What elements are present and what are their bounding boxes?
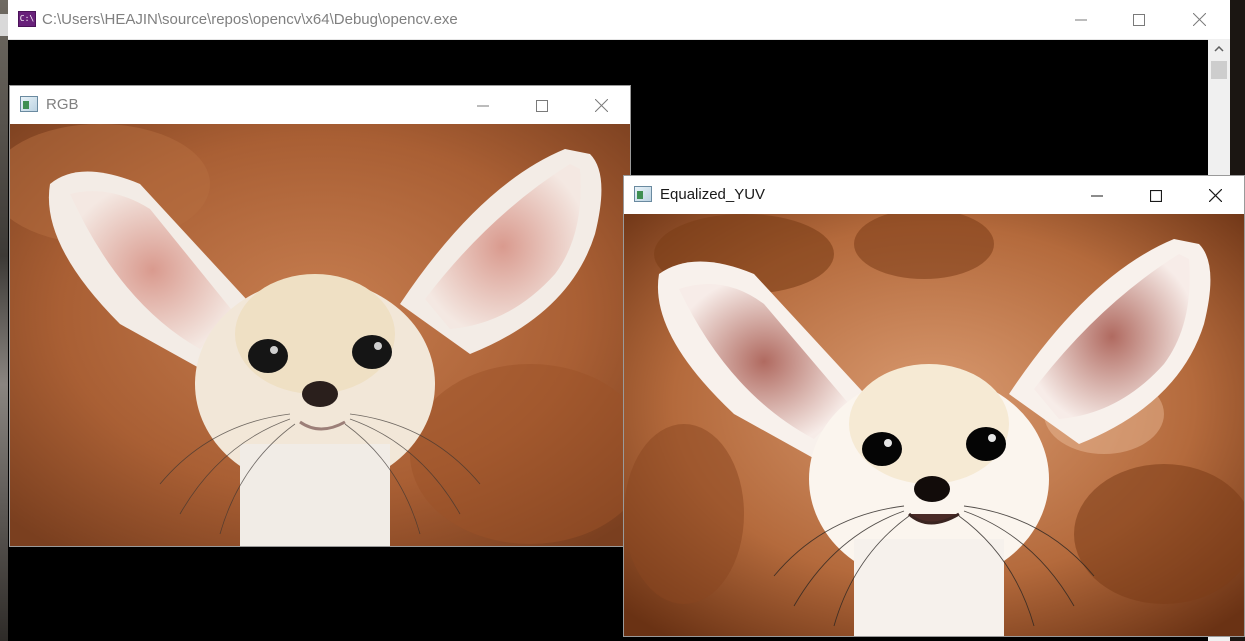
desktop-shortcut-icon[interactable] (0, 14, 8, 36)
maximize-icon (1133, 13, 1145, 26)
equalized-yuv-window: Equalized_YUV (624, 176, 1244, 636)
yuv-maximize-button[interactable] (1127, 176, 1185, 215)
rgb-window-title: RGB (46, 96, 79, 113)
chevron-up-icon (1214, 46, 1224, 52)
console-app-icon: C:\ (18, 11, 36, 27)
yuv-window-title: Equalized_YUV (660, 186, 766, 203)
fennec-fox-equalized-image (624, 214, 1244, 636)
yuv-titlebar[interactable]: Equalized_YUV (624, 176, 1244, 214)
yuv-image (624, 214, 1244, 636)
rgb-image (10, 124, 630, 546)
console-title: C:\Users\HEAJIN\source\repos\opencv\x64\… (42, 11, 458, 28)
maximize-icon (536, 99, 548, 112)
scroll-up-button[interactable] (1208, 39, 1230, 59)
rgb-maximize-button[interactable] (513, 86, 571, 125)
minimize-icon (477, 105, 489, 106)
console-titlebar[interactable]: C:\ C:\Users\HEAJIN\source\repos\opencv\… (8, 0, 1230, 40)
rgb-titlebar[interactable]: RGB (10, 86, 630, 124)
opencv-window-icon (634, 186, 652, 202)
fennec-fox-image (10, 124, 630, 546)
close-icon (1192, 13, 1206, 26)
console-maximize-button[interactable] (1110, 0, 1168, 39)
rgb-minimize-button[interactable] (454, 86, 512, 125)
desktop: C:\ C:\Users\HEAJIN\source\repos\opencv\… (0, 0, 1245, 641)
close-icon (594, 99, 608, 112)
minimize-icon (1075, 19, 1087, 20)
maximize-icon (1150, 189, 1162, 202)
minimize-icon (1091, 195, 1103, 196)
opencv-window-icon (20, 96, 38, 112)
rgb-window: RGB (10, 86, 630, 546)
yuv-minimize-button[interactable] (1068, 176, 1126, 215)
rgb-close-button[interactable] (572, 86, 630, 125)
close-icon (1208, 189, 1222, 202)
console-close-button[interactable] (1170, 0, 1228, 39)
console-minimize-button[interactable] (1052, 0, 1110, 39)
yuv-close-button[interactable] (1186, 176, 1244, 215)
scroll-thumb[interactable] (1211, 61, 1227, 79)
